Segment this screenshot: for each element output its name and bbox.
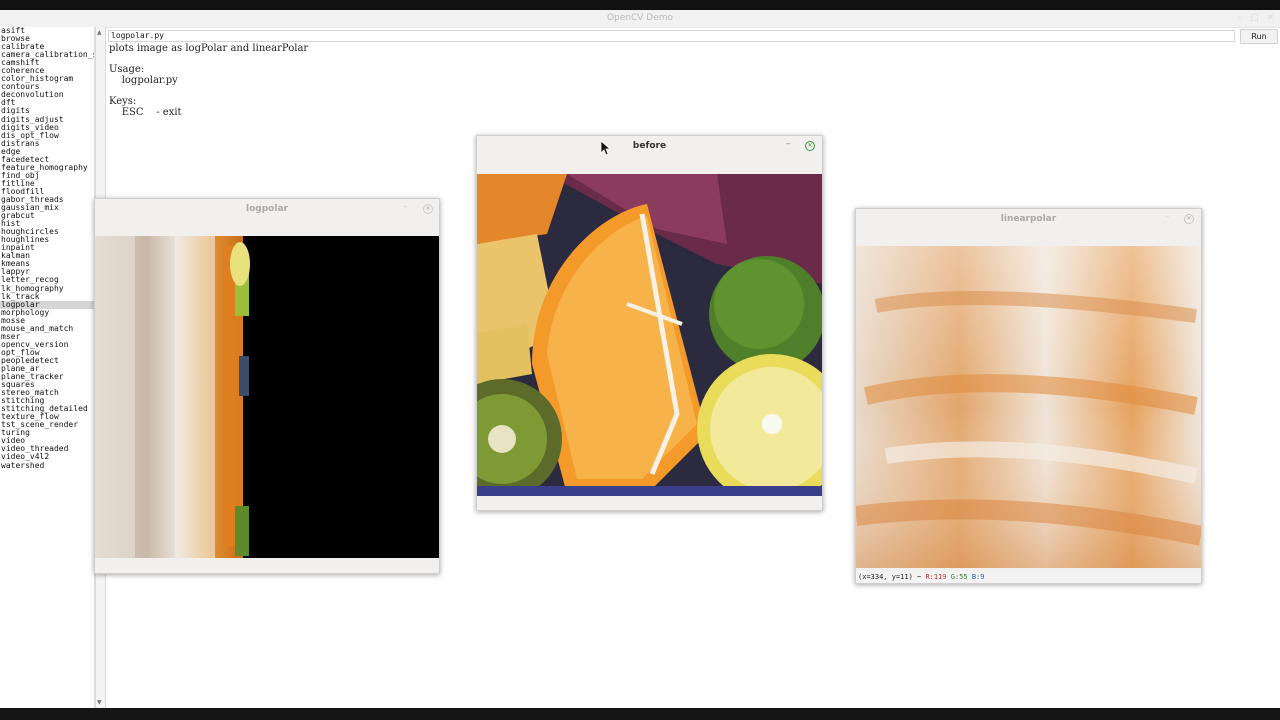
minimize-icon[interactable]: –: [1165, 212, 1170, 222]
demo-description: plots image as logPolar and linearPolar U…: [109, 43, 709, 118]
scroll-up-icon[interactable]: ▲: [97, 29, 102, 36]
description-line: [109, 55, 709, 66]
scroll-down-icon[interactable]: ▼: [97, 699, 102, 706]
maximize-icon[interactable]: □: [1250, 10, 1259, 27]
before-window-title: before: [632, 141, 667, 151]
pixel-green-value: G:55: [950, 573, 968, 581]
pixel-position: (x=334, y=11) ~: [858, 573, 926, 581]
close-icon[interactable]: ✕: [1266, 10, 1274, 27]
pixel-red-value: R:119: [925, 573, 947, 581]
linearpolar-image-graphic: [856, 246, 1201, 568]
before-window[interactable]: before – ✕: [476, 135, 823, 511]
description-line: [109, 86, 709, 97]
linearpolar-window[interactable]: linearpolar – ✕ (x=334, y=11) ~ R:119 G:…: [855, 208, 1202, 584]
description-line: Usage:: [109, 64, 145, 76]
description-line: Keys:: [109, 95, 137, 107]
demo-list-item[interactable]: watershed: [0, 461, 94, 470]
run-button[interactable]: Run: [1240, 29, 1278, 44]
desktop-top-bar: [0, 0, 1280, 10]
pixel-blue-value: B:9: [971, 573, 985, 581]
logpolar-image-graphic: [95, 236, 439, 558]
description-line: plots image as logPolar and linearPolar: [109, 43, 309, 54]
close-icon[interactable]: ✕: [423, 204, 433, 214]
pixel-info-status: (x=334, y=11) ~ R:119 G:55 B:9: [856, 571, 1201, 583]
logpolar-image[interactable]: [95, 236, 439, 558]
minimize-icon[interactable]: –: [786, 139, 791, 149]
before-image-graphic: [477, 174, 822, 496]
app-title: OpenCV Demo: [606, 13, 674, 23]
minimize-icon[interactable]: –: [1237, 10, 1242, 27]
file-name-field[interactable]: logpolar.py: [108, 30, 1235, 42]
description-line: logpolar.py: [109, 74, 178, 86]
window-controls: – □ ✕: [1237, 10, 1274, 27]
app-titlebar: OpenCV Demo – □ ✕: [0, 10, 1280, 28]
logpolar-window[interactable]: logpolar – ✕: [94, 198, 440, 574]
mouse-pointer-icon: [600, 140, 610, 156]
close-icon[interactable]: ✕: [805, 141, 815, 151]
logpolar-window-title: logpolar: [246, 204, 288, 214]
description-line: ESC - exit: [109, 106, 182, 118]
desktop-bottom-bar: [0, 708, 1280, 720]
close-icon[interactable]: ✕: [1184, 214, 1194, 224]
linearpolar-window-title: linearpolar: [1000, 214, 1057, 224]
minimize-icon[interactable]: –: [403, 202, 408, 212]
linearpolar-image[interactable]: [856, 246, 1201, 568]
demo-list[interactable]: asift browse calibrate camera_calibration_s…: [0, 27, 95, 708]
before-image[interactable]: [477, 174, 822, 496]
